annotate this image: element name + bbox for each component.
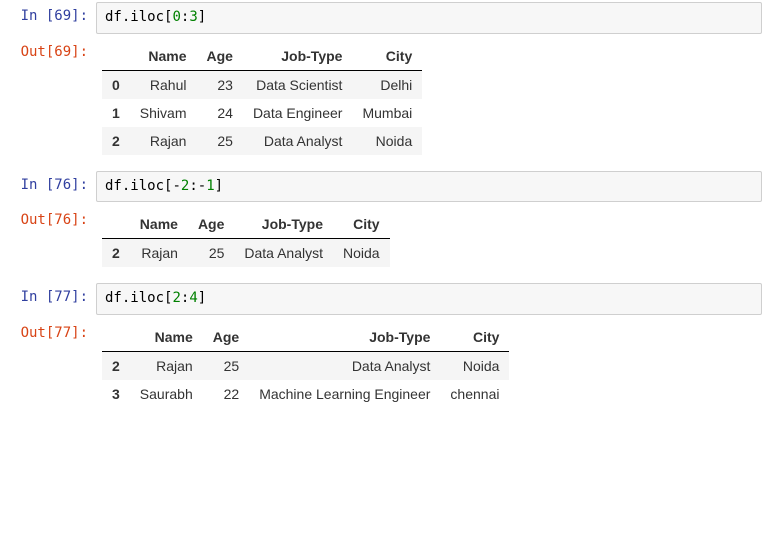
cell-value: Shivam <box>130 99 197 127</box>
table-row: 3Saurabh22Machine Learning Engineerchenn… <box>102 380 509 408</box>
cell-value: 25 <box>196 127 242 155</box>
cell-value: Data Analyst <box>243 127 353 155</box>
column-header: Job-Type <box>243 42 353 71</box>
cell-value: Noida <box>352 127 422 155</box>
row-index: 0 <box>102 70 130 99</box>
code-input[interactable]: df.iloc[0:3] <box>96 2 762 34</box>
row-index: 2 <box>102 351 130 380</box>
code-token: : <box>189 178 197 194</box>
cell-value: Rajan <box>130 239 188 268</box>
column-header: City <box>333 210 390 239</box>
in-prompt: In [76]: <box>4 171 96 195</box>
code-token: 2 <box>172 290 180 306</box>
output-cell: Out[76]:NameAgeJob-TypeCity2Rajan25Data … <box>0 204 768 281</box>
column-header: Age <box>196 42 242 71</box>
in-prompt: In [77]: <box>4 283 96 307</box>
cell-value: Rajan <box>130 127 197 155</box>
code-token: 3 <box>189 9 197 25</box>
output-area: NameAgeJob-TypeCity2Rajan25Data AnalystN… <box>96 206 768 279</box>
cell-value: Data Analyst <box>234 239 333 268</box>
table-row: 2Rajan25Data AnalystNoida <box>102 127 422 155</box>
column-header: Job-Type <box>249 323 440 352</box>
index-header <box>102 210 130 239</box>
code-token: ] <box>198 9 206 25</box>
column-header: Name <box>130 323 203 352</box>
output-cell: Out[77]:NameAgeJob-TypeCity2Rajan25Data … <box>0 317 768 422</box>
output-area: NameAgeJob-TypeCity2Rajan25Data AnalystN… <box>96 319 768 420</box>
code-token: df <box>105 290 122 306</box>
code-token: df <box>105 9 122 25</box>
out-prompt: Out[69]: <box>4 38 96 62</box>
table-header-row: NameAgeJob-TypeCity <box>102 323 509 352</box>
column-header: City <box>352 42 422 71</box>
code-token: iloc <box>130 9 164 25</box>
column-header: City <box>440 323 509 352</box>
cell-value: Rahul <box>130 70 197 99</box>
table-head: NameAgeJob-TypeCity <box>102 323 509 352</box>
cell-value: 23 <box>196 70 242 99</box>
row-index: 1 <box>102 99 130 127</box>
row-index: 2 <box>102 239 130 268</box>
code-token: - <box>198 178 206 194</box>
dataframe-table: NameAgeJob-TypeCity0Rahul23Data Scientis… <box>102 42 422 155</box>
table-body: 2Rajan25Data AnalystNoida <box>102 239 390 268</box>
cell-value: Mumbai <box>352 99 422 127</box>
table-body: 0Rahul23Data ScientistDelhi1Shivam24Data… <box>102 70 422 155</box>
output-cell: Out[69]:NameAgeJob-TypeCity0Rahul23Data … <box>0 36 768 169</box>
code-token: df <box>105 178 122 194</box>
cell-value: Saurabh <box>130 380 203 408</box>
cell-value: Rajan <box>130 351 203 380</box>
table-header-row: NameAgeJob-TypeCity <box>102 42 422 71</box>
table-header-row: NameAgeJob-TypeCity <box>102 210 390 239</box>
out-prompt: Out[77]: <box>4 319 96 343</box>
cell-value: 25 <box>188 239 234 268</box>
cell-value: Noida <box>333 239 390 268</box>
index-header <box>102 323 130 352</box>
output-area: NameAgeJob-TypeCity0Rahul23Data Scientis… <box>96 38 768 167</box>
column-header: Age <box>188 210 234 239</box>
table-body: 2Rajan25Data AnalystNoida3Saurabh22Machi… <box>102 351 509 408</box>
column-header: Job-Type <box>234 210 333 239</box>
table-row: 2Rajan25Data AnalystNoida <box>102 351 509 380</box>
cell-value: 24 <box>196 99 242 127</box>
out-prompt: Out[76]: <box>4 206 96 230</box>
dataframe-table: NameAgeJob-TypeCity2Rajan25Data AnalystN… <box>102 210 390 267</box>
table-row: 0Rahul23Data ScientistDelhi <box>102 70 422 99</box>
notebook: In [69]:df.iloc[0:3]Out[69]:NameAgeJob-T… <box>0 0 768 422</box>
input-cell: In [76]:df.iloc[-2:-1] <box>0 169 768 205</box>
table-row: 2Rajan25Data AnalystNoida <box>102 239 390 268</box>
input-cell: In [69]:df.iloc[0:3] <box>0 0 768 36</box>
cell-value: 25 <box>203 351 249 380</box>
cell-value: Data Analyst <box>249 351 440 380</box>
table-row: 1Shivam24Data EngineerMumbai <box>102 99 422 127</box>
code-token: - <box>172 178 180 194</box>
cell-value: chennai <box>440 380 509 408</box>
cell-value: 22 <box>203 380 249 408</box>
row-index: 2 <box>102 127 130 155</box>
cell-value: Noida <box>440 351 509 380</box>
code-token: iloc <box>130 290 164 306</box>
dataframe-table: NameAgeJob-TypeCity2Rajan25Data AnalystN… <box>102 323 509 408</box>
code-token: ] <box>215 178 223 194</box>
cell-value: Machine Learning Engineer <box>249 380 440 408</box>
row-index: 3 <box>102 380 130 408</box>
cell-value: Data Scientist <box>243 70 353 99</box>
column-header: Name <box>130 210 188 239</box>
column-header: Name <box>130 42 197 71</box>
table-head: NameAgeJob-TypeCity <box>102 42 422 71</box>
index-header <box>102 42 130 71</box>
code-token: ] <box>198 290 206 306</box>
code-token: iloc <box>130 178 164 194</box>
column-header: Age <box>203 323 249 352</box>
table-head: NameAgeJob-TypeCity <box>102 210 390 239</box>
code-token: 0 <box>172 9 180 25</box>
cell-value: Delhi <box>352 70 422 99</box>
code-input[interactable]: df.iloc[2:4] <box>96 283 762 315</box>
code-token: 1 <box>206 178 214 194</box>
input-cell: In [77]:df.iloc[2:4] <box>0 281 768 317</box>
code-input[interactable]: df.iloc[-2:-1] <box>96 171 762 203</box>
code-token: 4 <box>189 290 197 306</box>
cell-value: Data Engineer <box>243 99 353 127</box>
in-prompt: In [69]: <box>4 2 96 26</box>
